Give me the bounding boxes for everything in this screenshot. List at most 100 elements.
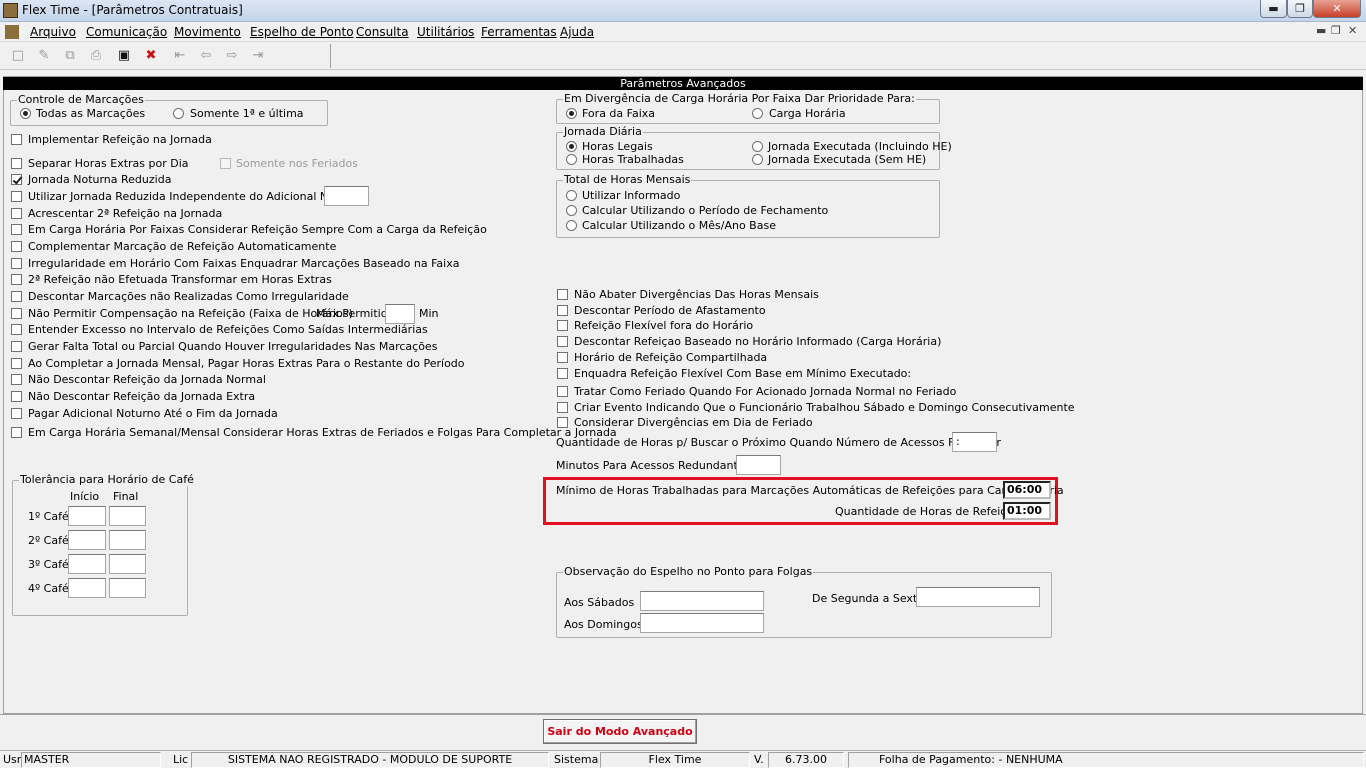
check-enquadra-refeicao-flexivel[interactable]	[557, 368, 568, 379]
check-refeicao-compartilhada[interactable]	[557, 352, 568, 363]
check-descontar-marcacoes[interactable]	[11, 291, 22, 302]
check-nao-descontar-extra[interactable]	[11, 391, 22, 402]
label-carga-semanal-mensal: Em Carga Horária Semanal/Mensal Consider…	[28, 426, 617, 439]
edit-record-icon[interactable]: ✎	[36, 48, 52, 64]
check-gerar-falta[interactable]	[11, 341, 22, 352]
label-aos-domingos: Aos Domingos	[564, 618, 643, 631]
cafe-4-final-input[interactable]	[109, 578, 146, 598]
close-button[interactable]: ✕	[1313, 0, 1361, 18]
next-record-icon[interactable]: ⇨	[224, 48, 240, 64]
label-horas-trabalhadas: Horas Trabalhadas	[582, 153, 684, 166]
maximize-button[interactable]: ❐	[1287, 0, 1313, 18]
menu-movimento[interactable]: Movimento	[174, 25, 241, 39]
menu-consulta[interactable]: Consulta	[356, 25, 409, 39]
copy-record-icon[interactable]: ⧉	[62, 48, 78, 64]
radio-fora-da-faixa[interactable]	[566, 108, 577, 119]
check-pagar-adicional-noturno[interactable]	[11, 408, 22, 419]
check-descontar-refeicao-baseado[interactable]	[557, 336, 568, 347]
last-record-icon[interactable]: ⇥	[250, 48, 266, 64]
menu-arquivo[interactable]: Arquivo	[30, 25, 76, 39]
menu-utilitarios[interactable]: Utilitários	[417, 25, 474, 39]
first-record-icon[interactable]: ⇤	[172, 48, 188, 64]
check-nao-descontar-normal[interactable]	[11, 374, 22, 385]
menu-comunicacao[interactable]: Comunicação	[86, 25, 167, 39]
check-criar-evento[interactable]	[557, 402, 568, 413]
aos-sabados-input[interactable]	[640, 591, 764, 611]
cafe-2-inicio-input[interactable]	[68, 530, 106, 550]
radio-somente-primeira-ultima[interactable]	[173, 108, 184, 119]
check-separar-horas-extras[interactable]	[11, 158, 22, 169]
mdi-close-icon[interactable]: ✕	[1348, 24, 1357, 37]
radio-horas-legais[interactable]	[566, 141, 577, 152]
window-title: Flex Time - [Parâmetros Contratuais]	[22, 3, 243, 17]
qtd-horas-refeicao-input[interactable]: 01:00	[1003, 502, 1051, 520]
radio-horas-trabalhadas[interactable]	[566, 154, 577, 165]
check-entender-excesso[interactable]	[11, 324, 22, 335]
radio-jornada-executada-he[interactable]	[752, 141, 763, 152]
label-aos-sabados: Aos Sábados	[564, 596, 635, 609]
cafe-3-inicio-input[interactable]	[68, 554, 106, 574]
label-somente-feriados: Somente nos Feriados	[236, 157, 358, 170]
label-qtd-horas-refeicao: Quantidade de Horas de Refeição	[835, 505, 1020, 518]
aos-domingos-input[interactable]	[640, 613, 764, 633]
cafe-3-final-input[interactable]	[109, 554, 146, 574]
cafe-1-inicio-input[interactable]	[68, 506, 106, 526]
new-record-icon[interactable]: □	[10, 48, 26, 64]
qtd-horas-acessos-input[interactable]: :	[952, 432, 997, 452]
sair-modo-avancado-button[interactable]: Sair do Modo Avançado	[543, 719, 697, 744]
check-acrescentar-2-refeicao[interactable]	[11, 208, 22, 219]
menu-espelho-de-ponto[interactable]: Espelho de Ponto	[250, 25, 354, 39]
prev-record-icon[interactable]: ⇦	[198, 48, 214, 64]
check-irregularidade-faixas[interactable]	[11, 258, 22, 269]
divergencia-title: Em Divergência de Carga Horária Por Faix…	[563, 92, 916, 105]
check-nao-permitir-compensacao[interactable]	[11, 308, 22, 319]
check-implementar-refeicao[interactable]	[11, 134, 22, 145]
segunda-sexta-input[interactable]	[916, 587, 1040, 607]
check-jornada-reduzida-independente[interactable]	[11, 191, 22, 202]
mdi-minimize-icon[interactable]: ▬	[1316, 24, 1326, 37]
minimo-horas-input[interactable]: 06:00	[1003, 481, 1051, 499]
cafe-4-inicio-input[interactable]	[68, 578, 106, 598]
check-carga-semanal-mensal[interactable]	[11, 427, 22, 438]
check-complementar-marcacao[interactable]	[11, 241, 22, 252]
menu-ferramentas[interactable]: Ferramentas	[481, 25, 557, 39]
check-somente-feriados[interactable]	[220, 158, 231, 169]
check-considerar-divergencias[interactable]	[557, 417, 568, 428]
check-nao-abater-divergencias[interactable]	[557, 289, 568, 300]
total-horas-title: Total de Horas Mensais	[563, 173, 692, 186]
save-icon[interactable]: ▣	[116, 48, 132, 64]
check-tratar-feriado[interactable]	[557, 386, 568, 397]
check-2-refeicao-nao-efetuada[interactable]	[11, 274, 22, 285]
label-max-permitido: Máx.Permitido	[316, 307, 395, 320]
close-icon: ✕	[1332, 2, 1342, 15]
radio-utilizar-informado[interactable]	[566, 190, 577, 201]
cafe-2-final-input[interactable]	[109, 530, 146, 550]
check-carga-faixas-refeicao[interactable]	[11, 224, 22, 235]
minutos-redundantes-input[interactable]	[736, 455, 781, 475]
menu-ajuda[interactable]: Ajuda	[560, 25, 594, 39]
check-descontar-afastamento[interactable]	[557, 305, 568, 316]
label-descontar-refeicao-baseado: Descontar Refeiçao Baseado no Horário In…	[574, 335, 942, 348]
delete-icon[interactable]: ✖	[143, 48, 159, 64]
label-descontar-afastamento: Descontar Período de Afastamento	[574, 304, 766, 317]
print-icon[interactable]: ⎙	[88, 48, 104, 64]
radio-jornada-executada-sem-he[interactable]	[752, 154, 763, 165]
check-refeicao-flexivel[interactable]	[557, 320, 568, 331]
label-acrescentar-2-refeicao: Acrescentar 2ª Refeição na Jornada	[28, 207, 223, 220]
mdi-restore-icon[interactable]: ❐	[1331, 24, 1341, 37]
radio-todas-marcacoes[interactable]	[20, 108, 31, 119]
max-permitido-input[interactable]	[385, 304, 415, 324]
radio-periodo-fechamento[interactable]	[566, 205, 577, 216]
label-completar-jornada-mensal: Ao Completar a Jornada Mensal, Pagar Hor…	[28, 357, 465, 370]
check-completar-jornada-mensal[interactable]	[11, 358, 22, 369]
check-jornada-noturna-reduzida[interactable]	[11, 174, 22, 185]
radio-carga-horaria[interactable]	[752, 108, 763, 119]
minimize-button[interactable]: ▬	[1260, 0, 1287, 18]
label-jornada-noturna-reduzida: Jornada Noturna Reduzida	[28, 173, 172, 186]
mdi-app-icon[interactable]	[5, 25, 19, 39]
app-icon[interactable]	[3, 3, 18, 18]
jornada-reduzida-input[interactable]	[324, 186, 369, 206]
radio-mes-ano-base[interactable]	[566, 220, 577, 231]
label-enquadra-refeicao-flexivel: Enquadra Refeição Flexível Com Base em M…	[574, 367, 912, 380]
cafe-1-final-input[interactable]	[109, 506, 146, 526]
